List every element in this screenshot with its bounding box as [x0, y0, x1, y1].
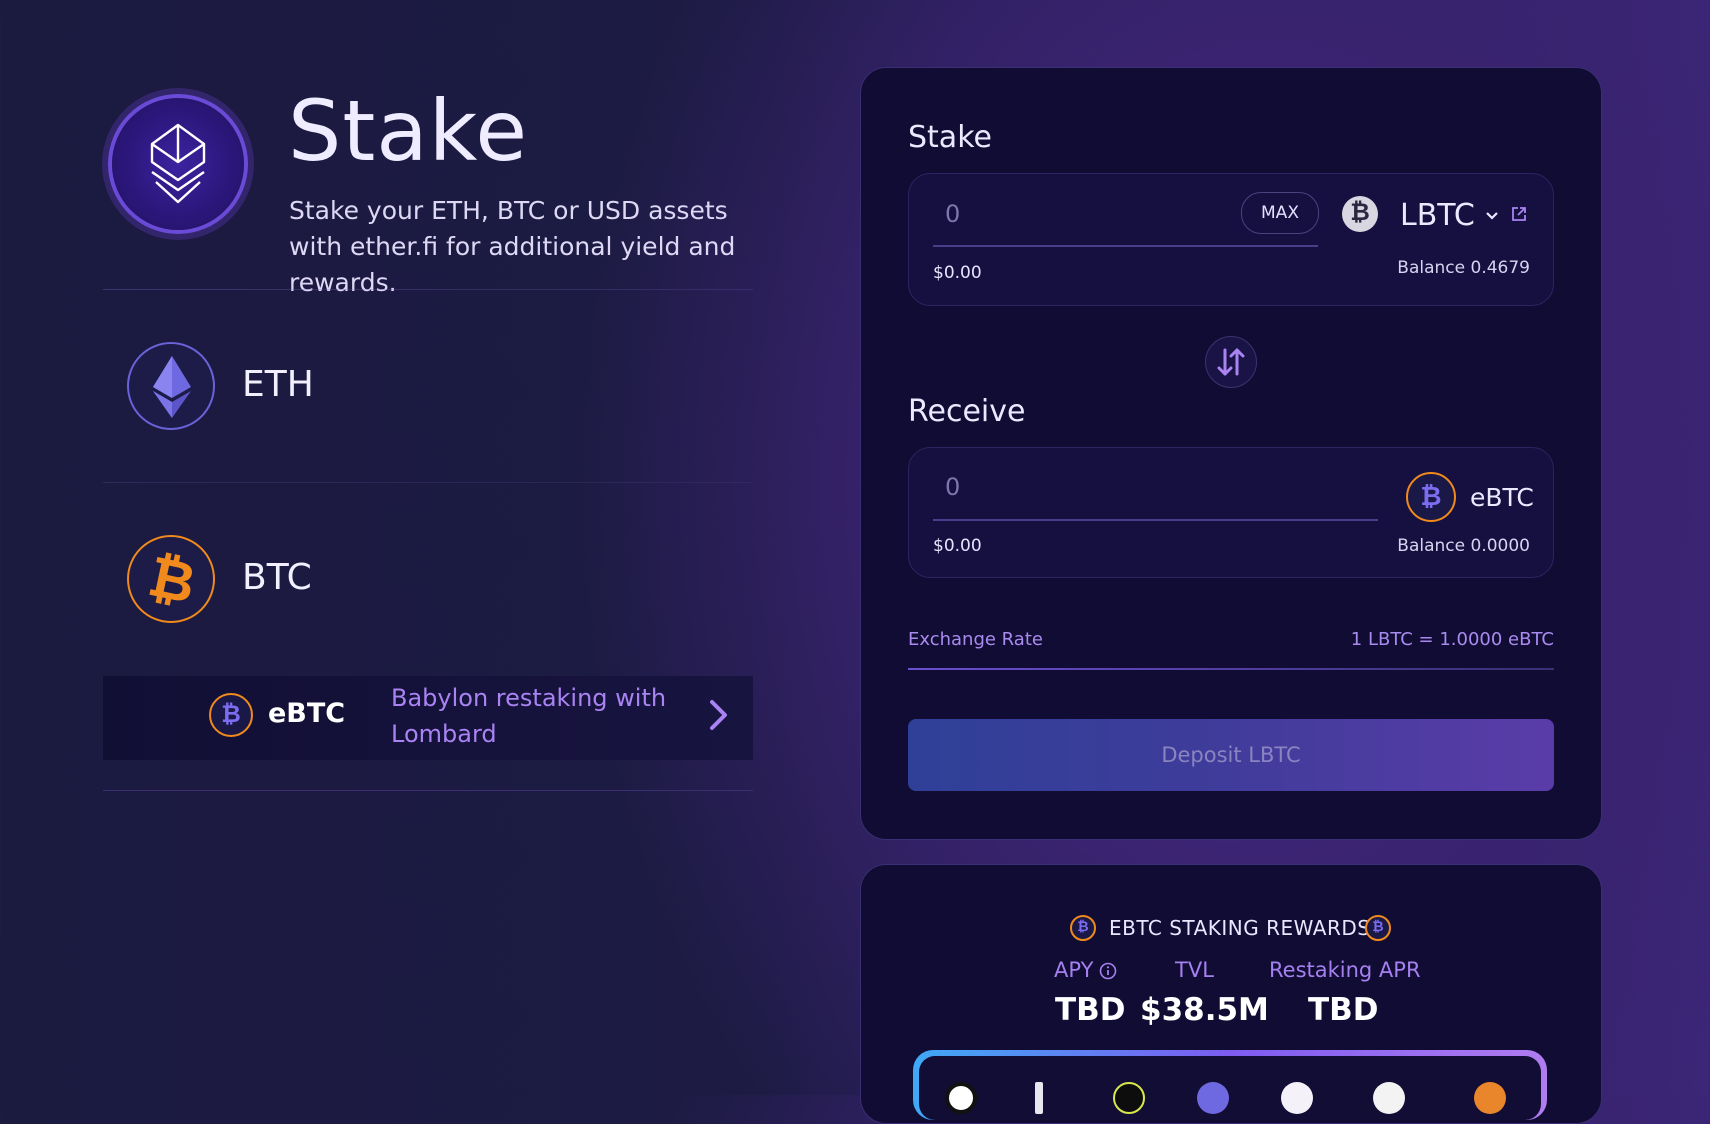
chevron-right-icon — [708, 698, 730, 736]
ebtc-token-label: eBTC — [268, 698, 346, 729]
swap-direction-button[interactable] — [1205, 336, 1257, 388]
ebtc-description: Babylon restaking with Lombard — [391, 684, 667, 748]
partners-strip-inner — [919, 1056, 1541, 1120]
eth-icon — [127, 342, 215, 430]
restaking-apr-value: TBD — [1308, 992, 1379, 1028]
apy-value: TBD — [1055, 992, 1126, 1028]
divider — [103, 482, 753, 483]
partner-logo-icon — [1373, 1082, 1405, 1114]
receive-token-label: eBTC — [1470, 483, 1534, 512]
swap-arrows-icon — [1217, 348, 1245, 376]
divider — [103, 790, 753, 791]
partner-logo-icon — [945, 1082, 977, 1114]
partner-logo-icon — [1474, 1082, 1506, 1114]
input-underline — [933, 519, 1378, 521]
page-subtitle: Stake your ETH, BTC or USD assets with e… — [289, 196, 736, 297]
asset-btc-label: BTC — [242, 557, 312, 598]
chevron-down-icon[interactable] — [1485, 207, 1499, 226]
tvl-value: $38.5M — [1140, 992, 1269, 1028]
ebtc-icon: ₿ — [1365, 915, 1391, 941]
ebtc-icon: ₿ — [1070, 915, 1096, 941]
info-icon[interactable] — [1099, 962, 1117, 984]
exchange-rate-label: Exchange Rate — [908, 629, 1043, 650]
restaking-apr-label: Restaking APR — [1269, 958, 1421, 982]
partner-logo-icon — [1197, 1082, 1229, 1114]
asset-eth-label: ETH — [242, 364, 314, 405]
rewards-title: EBTC STAKING REWARDS — [1109, 916, 1371, 940]
deposit-button[interactable]: Deposit LBTC — [908, 719, 1554, 791]
page-title: Stake — [288, 82, 529, 180]
btc-icon: ₿ — [127, 535, 215, 623]
lbtc-icon: ₿ — [1342, 196, 1378, 232]
etherfi-logo-icon — [112, 98, 244, 230]
tvl-label: TVL — [1175, 958, 1214, 982]
receive-section-label: Receive — [908, 394, 1026, 429]
apy-label: APY — [1054, 958, 1094, 982]
divider — [103, 289, 753, 290]
stake-amount-input[interactable]: 0 — [945, 200, 960, 228]
receive-amount-field: 0 — [945, 473, 961, 501]
stake-usd-value: $0.00 — [933, 263, 982, 283]
ebtc-icon: ₿ — [1406, 472, 1456, 522]
stake-input-card — [908, 173, 1554, 306]
receive-usd-value: $0.00 — [933, 536, 982, 556]
ebtc-icon: ₿ — [209, 693, 253, 737]
receive-output-card — [908, 447, 1554, 578]
input-underline — [933, 245, 1318, 247]
max-button[interactable]: MAX — [1241, 192, 1319, 234]
partner-logo-icon — [1113, 1082, 1145, 1114]
stake-section-label: Stake — [908, 120, 992, 155]
partner-logo-icon — [1035, 1082, 1043, 1114]
divider — [908, 668, 1554, 670]
exchange-rate-value: 1 LBTC = 1.0000 eBTC — [1350, 629, 1554, 650]
partner-logo-icon — [1281, 1082, 1313, 1114]
receive-balance: Balance 0.0000 — [1397, 536, 1530, 556]
stake-balance: Balance 0.4679 — [1397, 258, 1530, 278]
stake-token-select[interactable]: LBTC — [1400, 198, 1475, 233]
external-link-icon[interactable] — [1510, 205, 1528, 227]
